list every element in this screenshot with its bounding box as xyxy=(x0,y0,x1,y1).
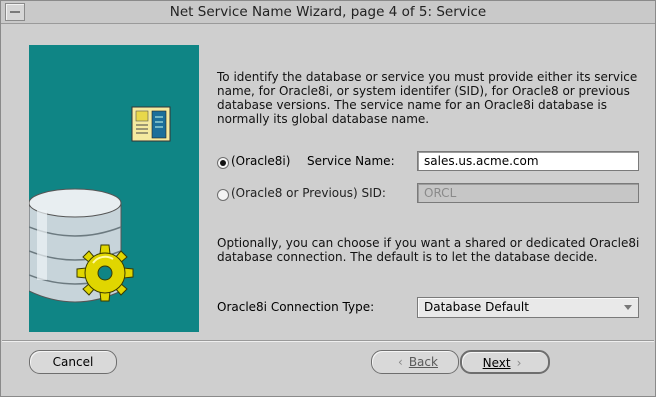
chevron-right-icon: › xyxy=(516,356,522,370)
service-name-radio[interactable] xyxy=(217,157,229,169)
cancel-button[interactable]: Cancel xyxy=(29,350,117,374)
service-name-prefix: (Oracle8i) xyxy=(231,154,291,168)
back-button[interactable]: ‹ Back xyxy=(371,350,459,374)
connection-type-select[interactable]: Database Default xyxy=(417,297,639,318)
cancel-button-label: Cancel xyxy=(52,355,94,369)
database-illustration-icon xyxy=(28,106,171,303)
connection-description: Optionally, you can choose if you want a… xyxy=(217,236,640,264)
document-icon xyxy=(131,106,171,142)
next-button-label: Next xyxy=(482,356,511,370)
service-name-input[interactable]: sales.us.acme.com xyxy=(417,151,639,171)
wizard-window: Net Service Name Wizard, page 4 of 5: Se… xyxy=(0,0,656,397)
back-button-label: Back xyxy=(408,355,438,369)
chevron-down-icon xyxy=(624,305,632,310)
intro-description: To identify the database or service you … xyxy=(217,70,638,126)
sid-input[interactable]: ORCL xyxy=(417,183,639,203)
wizard-illustration xyxy=(28,45,199,332)
connection-type-value: Database Default xyxy=(424,300,529,314)
next-button[interactable]: Next › xyxy=(460,350,550,374)
chevron-left-icon: ‹ xyxy=(398,355,403,369)
title-bar: Net Service Name Wizard, page 4 of 5: Se… xyxy=(1,1,655,24)
window-title: Net Service Name Wizard, page 4 of 5: Se… xyxy=(169,4,487,20)
wizard-content: To identify the database or service you … xyxy=(2,24,654,340)
service-name-label: Service Name: xyxy=(307,154,395,168)
sid-radio[interactable] xyxy=(217,189,229,201)
sid-label: (Oracle8 or Previous) SID: xyxy=(231,186,386,200)
connection-type-label: Oracle8i Connection Type: xyxy=(217,300,375,314)
footer-separator xyxy=(2,340,654,342)
